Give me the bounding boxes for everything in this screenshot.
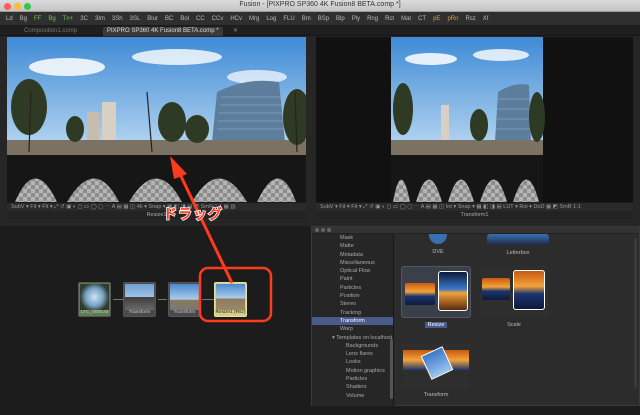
- toolbar-tool-button[interactable]: Mat: [401, 16, 411, 22]
- tree-item[interactable]: ▾ Templates on localhost: [312, 334, 393, 342]
- library-header: [312, 227, 639, 234]
- resize-node[interactable]: Resize1 (Rsz): [214, 282, 247, 317]
- tree-item[interactable]: Warp: [312, 325, 393, 333]
- tree-item[interactable]: Particles: [312, 375, 393, 383]
- toolbar-tool-button[interactable]: 3Sh: [112, 16, 123, 22]
- toolbar-tool-button[interactable]: BC: [165, 16, 173, 22]
- toolbar-tool-button[interactable]: Log: [266, 16, 276, 22]
- toolbar-tool-button[interactable]: pRn: [447, 16, 458, 22]
- tree-scrollbar[interactable]: [390, 339, 393, 399]
- tree-item[interactable]: Tracking: [312, 309, 393, 317]
- node-thumbnail: [125, 284, 154, 310]
- tree-item[interactable]: Miscellaneous: [312, 259, 393, 267]
- resize-tool-label[interactable]: Resize: [401, 322, 471, 328]
- bins-library-panel: Mask Matte Metadata Miscellaneous Optical Fl…: [311, 226, 640, 406]
- toolbar-tool-button[interactable]: HCv: [230, 16, 242, 22]
- left-viewer-label: Resize1: [7, 211, 306, 219]
- loader-node[interactable]: LTC_0005.M: [78, 282, 111, 317]
- toolbar-tool-button[interactable]: Rsz: [465, 16, 475, 22]
- dve-tool-label[interactable]: DVE: [415, 249, 461, 255]
- tab-pixpro-comp[interactable]: PIXPRO SP360 4K Fusion8 BETA.comp *: [103, 27, 223, 36]
- left-viewer-toolbar[interactable]: SubV ▾ Fit ▾ Fit ▾ ⤢ ↺ ▣ ◐ ◻ ▭ ◯ ▢ ⋯ A ▤…: [7, 202, 306, 211]
- window-titlebar: Fusion - [PIXPRO SP360 4K Fusion8 BETA.c…: [0, 0, 640, 12]
- node-thumbnail: [80, 284, 109, 310]
- toolbar-tool-button[interactable]: Bm: [302, 16, 311, 22]
- toolbar-tool-button[interactable]: Ply: [352, 16, 360, 22]
- toolbar-tool-button[interactable]: Rng: [367, 16, 378, 22]
- toolbar-tool-button[interactable]: Bol: [180, 16, 189, 22]
- tree-item[interactable]: Shaders: [312, 383, 393, 391]
- scale-tool-label[interactable]: Scale: [479, 322, 549, 328]
- node-label: Resize1 (Rsz): [215, 310, 246, 315]
- toolbar-tool-button[interactable]: Blur: [147, 16, 158, 22]
- transform-node-2[interactable]: Transform: [168, 282, 201, 317]
- comp-tab-bar: Composition1.comp PIXPRO SP360 4K Fusion…: [0, 26, 640, 36]
- scale-tool-card[interactable]: [479, 266, 549, 318]
- letterbox-tool-label[interactable]: Letterbox: [487, 250, 549, 256]
- toolbar-tool-button[interactable]: Bg: [48, 16, 55, 22]
- toolbar-tool-button[interactable]: Mrg: [249, 16, 259, 22]
- transform-tool-label[interactable]: Transform: [401, 392, 471, 398]
- node-label: LTC_0005.M: [80, 310, 109, 315]
- right-viewer[interactable]: [316, 37, 633, 202]
- tree-item[interactable]: Matte: [312, 242, 393, 250]
- transform-node-1[interactable]: Transform: [123, 282, 156, 317]
- toolbar-tool-button[interactable]: CT: [418, 16, 426, 22]
- letterbox-tool-card[interactable]: [487, 234, 549, 245]
- library-tool-grid[interactable]: DVE Letterbox Resize Scale Transform: [395, 234, 639, 405]
- node-label: Transform: [128, 310, 151, 315]
- tree-item[interactable]: Mask: [312, 234, 393, 242]
- window-title: Fusion - [PIXPRO SP360 4K Fusion8 BETA.c…: [239, 1, 401, 8]
- toolbar-tool-button[interactable]: CC: [196, 16, 205, 22]
- node-thumbnail: [170, 284, 199, 310]
- resize-tool-card[interactable]: [401, 266, 471, 318]
- dve-tool-card[interactable]: [429, 234, 447, 244]
- toolbar-tool-button[interactable]: Tn+: [63, 16, 74, 22]
- transform-tool-card[interactable]: [401, 342, 471, 388]
- node-thumbnail: [216, 284, 245, 310]
- tree-item[interactable]: Optical Flow: [312, 267, 393, 275]
- toolbar-tool-button[interactable]: Bg: [20, 16, 27, 22]
- node-label: Transform: [173, 310, 196, 315]
- toolbar-tool-button[interactable]: Blp: [336, 16, 345, 22]
- tree-item[interactable]: Backgrounds: [312, 342, 393, 350]
- right-viewer-toolbar[interactable]: SubV ▾ Fit ▾ Fit ▾ ⤢ ↺ ▣ ◐ ◻ ▭ ◯ ▢ ⋯ A ▤…: [316, 202, 633, 211]
- tree-item[interactable]: Paint: [312, 275, 393, 283]
- toolbar-tool-button[interactable]: CCv: [212, 16, 224, 22]
- tree-item[interactable]: Motion graphics: [312, 367, 393, 375]
- toolbar-tool-button[interactable]: Xf: [483, 16, 489, 22]
- toolbar-tool-button[interactable]: FLU: [283, 16, 294, 22]
- tree-item[interactable]: Transform: [312, 316, 393, 326]
- tree-item[interactable]: Volume: [312, 392, 393, 400]
- tool-toolbar: Ld Bg FF Bg Tn+ 3C 3Im 3Sh 3SL Blur BC Bol CC CCv HCv M…: [0, 12, 640, 26]
- toolbar-tool-button[interactable]: FF: [34, 16, 41, 22]
- tree-item[interactable]: Metadata: [312, 251, 393, 259]
- right-viewer-label: Transform1: [316, 211, 633, 219]
- library-category-tree[interactable]: Mask Matte Metadata Miscellaneous Optical Fl…: [312, 234, 394, 406]
- tree-item[interactable]: Position: [312, 292, 393, 300]
- toolbar-tool-button[interactable]: Ld: [6, 16, 13, 22]
- close-tab-icon[interactable]: ✕: [233, 27, 238, 34]
- toolbar-tool-button[interactable]: pE: [433, 16, 440, 22]
- node-connection: [113, 299, 123, 300]
- toolbar-tool-button[interactable]: Rct: [385, 16, 394, 22]
- resize-label-text: Resize: [424, 322, 448, 328]
- tree-item[interactable]: Looks: [312, 358, 393, 366]
- node-connection: [202, 299, 214, 300]
- tree-item[interactable]: Particles: [312, 284, 393, 292]
- grid-scrollbar[interactable]: [634, 238, 637, 388]
- drag-instruction-label: ドラッグ: [162, 205, 223, 223]
- toolbar-tool-button[interactable]: BSp: [318, 16, 329, 22]
- toolbar-tool-button[interactable]: 3Im: [95, 16, 105, 22]
- left-viewer[interactable]: [7, 37, 306, 202]
- tree-item[interactable]: Stereo: [312, 300, 393, 308]
- toolbar-tool-button[interactable]: 3C: [80, 16, 88, 22]
- toolbar-tool-button[interactable]: 3SL: [130, 16, 141, 22]
- tab-composition1[interactable]: Composition1.comp: [20, 27, 81, 36]
- node-connection: [158, 299, 167, 300]
- tree-item[interactable]: Lens flares: [312, 350, 393, 358]
